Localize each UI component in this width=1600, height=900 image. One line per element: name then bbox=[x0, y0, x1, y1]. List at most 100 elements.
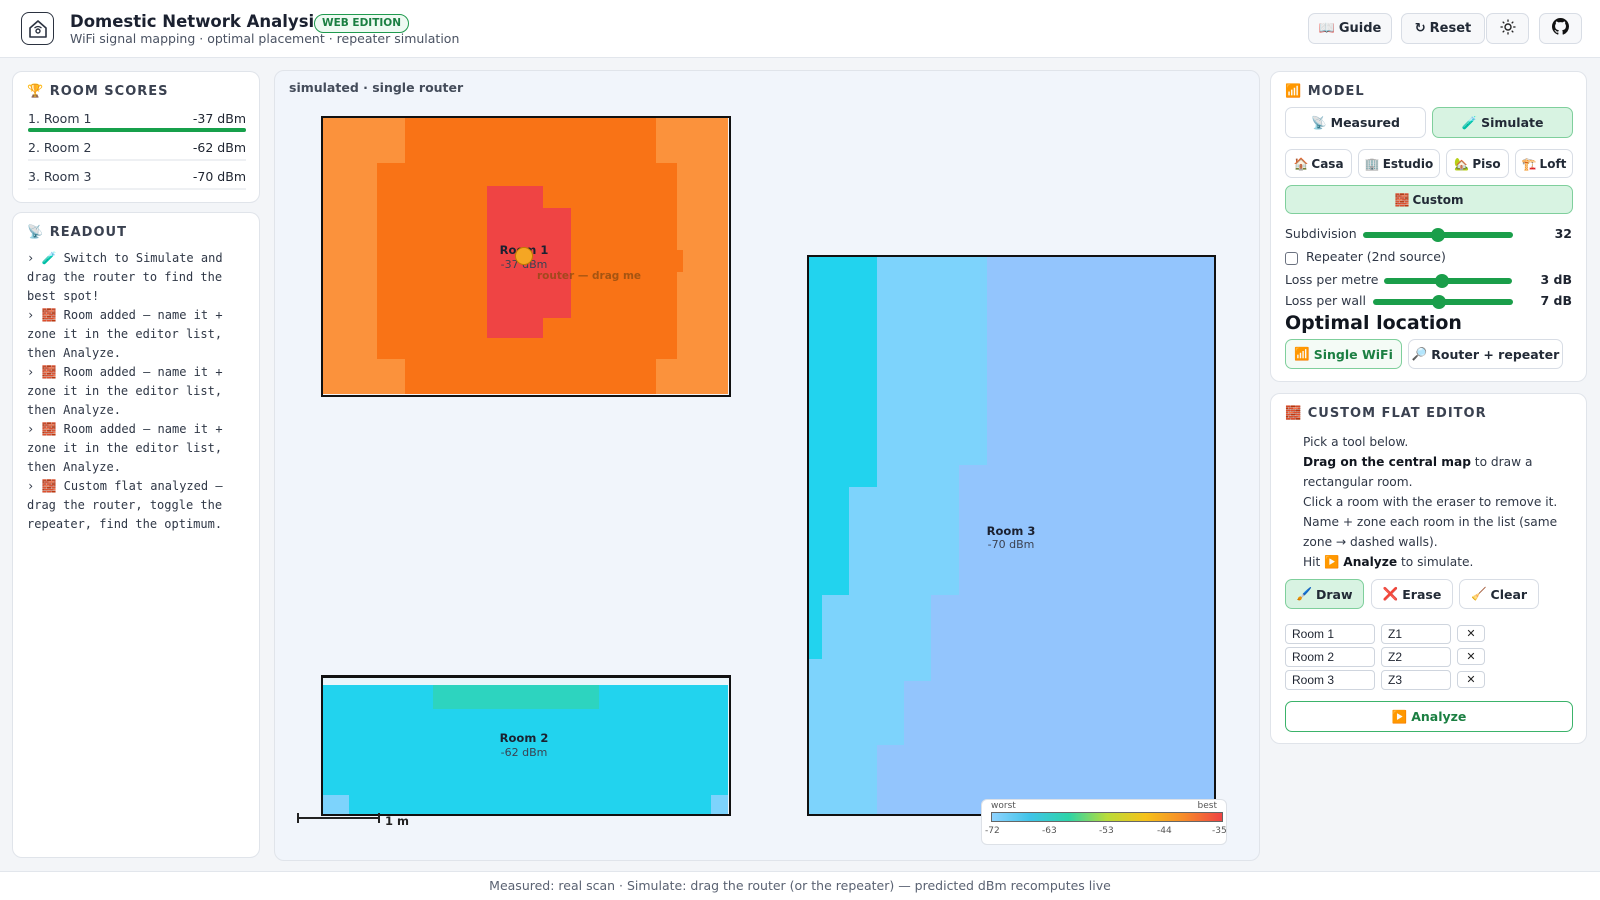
heat-cell bbox=[809, 681, 904, 745]
subdivision-label: Subdivision bbox=[1285, 226, 1357, 241]
log-line: › 🧱 Custom flat analyzed — drag the rout… bbox=[27, 479, 230, 531]
clear-tool-button[interactable]: 🧹 Clear bbox=[1459, 579, 1539, 609]
signal-legend: worst best -72 -63 -53 -44 -35 bbox=[981, 799, 1227, 845]
subdivision-slider[interactable] bbox=[1363, 228, 1513, 242]
room-name: Room 3 bbox=[986, 524, 1036, 538]
play-icon: ▶️ bbox=[1391, 708, 1408, 724]
room-name: Room 2 bbox=[499, 731, 549, 745]
room-zone-input[interactable] bbox=[1381, 670, 1451, 690]
signal-icon: 📶 bbox=[1285, 84, 1303, 99]
score-track bbox=[28, 188, 246, 190]
preset-casa-button[interactable]: 🏠 Casa bbox=[1285, 149, 1352, 178]
subdivision-value: 32 bbox=[1554, 226, 1572, 241]
score-bar bbox=[28, 128, 246, 132]
heat-cell bbox=[656, 250, 683, 272]
legend-worst: worst bbox=[991, 801, 1016, 811]
router-label: router — drag me bbox=[537, 270, 642, 282]
slider-thumb[interactable] bbox=[1434, 274, 1449, 288]
legend-tick: -35 bbox=[1212, 826, 1227, 836]
house-router-icon bbox=[21, 12, 54, 45]
editor-instructions: Pick a tool below. Drag on the central m… bbox=[1303, 435, 1558, 569]
score-row: 3. Room 3 -70 dBm bbox=[28, 166, 246, 190]
map-mode-label: simulated · single router bbox=[289, 80, 464, 95]
mode-measured-button[interactable]: 📡 Measured bbox=[1285, 107, 1426, 138]
loss-metre-label: Loss per metre bbox=[1285, 272, 1379, 287]
model-panel: 📶 MODEL 📡 Measured 🧪 Simulate 🏠 Casa 🏢 Estud… bbox=[1270, 71, 1587, 382]
loss-metre-slider[interactable] bbox=[1384, 274, 1512, 288]
editor-title: 🧱 CUSTOM FLAT EDITOR bbox=[1285, 406, 1487, 421]
log-line: › 🧱 Room added — name it + zone it in th… bbox=[27, 365, 230, 417]
room-zone-input[interactable] bbox=[1381, 647, 1451, 667]
room-name-input[interactable] bbox=[1285, 647, 1375, 667]
scale-tick bbox=[378, 813, 380, 823]
score-row: 1. Room 1 -37 dBm bbox=[28, 108, 246, 132]
test-tube-icon: 🧪 bbox=[1461, 114, 1478, 130]
preset-loft-button[interactable]: 🏗️ Loft bbox=[1515, 149, 1573, 178]
analyze-button[interactable]: ▶️ Analyze bbox=[1285, 701, 1573, 732]
single-wifi-button[interactable]: 📶 Single WiFi bbox=[1285, 339, 1402, 369]
app-title: Domestic Network Analysis bbox=[70, 12, 324, 31]
github-button[interactable] bbox=[1539, 13, 1582, 44]
slider-thumb[interactable] bbox=[1431, 228, 1445, 242]
room-name-input[interactable] bbox=[1285, 670, 1375, 690]
satellite-icon: 📡 bbox=[27, 225, 45, 240]
brick-icon: 🧱 bbox=[1394, 192, 1410, 207]
room-dbm: -70 dBm bbox=[987, 538, 1035, 551]
model-title: 📶 MODEL bbox=[1285, 84, 1365, 99]
room-name-input[interactable] bbox=[1285, 624, 1375, 644]
heat-cell bbox=[809, 487, 849, 595]
readout-log: › 🧪 Switch to Simulate and drag the rout… bbox=[27, 249, 249, 534]
signal-icon: 📶 bbox=[1294, 346, 1310, 361]
reset-button[interactable]: ↻ Reset bbox=[1401, 13, 1485, 44]
room-scores-panel: 🏆 ROOM SCORES 1. Room 1 -37 dBm 2. Room … bbox=[12, 71, 260, 203]
heat-cell bbox=[323, 795, 349, 814]
heat-cell bbox=[323, 678, 728, 685]
score-row: 2. Room 2 -62 dBm bbox=[28, 137, 246, 161]
scale-label: 1 m bbox=[385, 814, 409, 828]
room-zone-input[interactable] bbox=[1381, 624, 1451, 644]
footer-status: Measured: real scan · Simulate: drag the… bbox=[0, 871, 1600, 900]
delete-room-button[interactable]: ✕ bbox=[1457, 671, 1485, 688]
loss-metre-value: 3 dB bbox=[1540, 272, 1572, 287]
heat-cell bbox=[809, 745, 877, 814]
app-subtitle: WiFi signal mapping · optimal placement … bbox=[70, 31, 460, 46]
editor-panel: 🧱 CUSTOM FLAT EDITOR Pick a tool below. … bbox=[1270, 393, 1587, 744]
slider-thumb[interactable] bbox=[1431, 295, 1446, 309]
log-line: › 🧱 Room added — name it + zone it in th… bbox=[27, 422, 230, 474]
map-panel[interactable]: simulated · single router Room 1 -37 dBm… bbox=[274, 70, 1260, 861]
office-icon: 🏢 bbox=[1364, 156, 1380, 171]
preset-piso-button[interactable]: 🏡 Piso bbox=[1446, 149, 1509, 178]
score-track bbox=[28, 159, 246, 161]
log-line: › 🧱 Room added — name it + zone it in th… bbox=[27, 308, 230, 360]
erase-tool-button[interactable]: ❌ Erase bbox=[1371, 579, 1453, 609]
construction-icon: 🏗️ bbox=[1521, 156, 1537, 171]
brick-icon: 🧱 bbox=[1285, 406, 1303, 421]
preset-estudio-button[interactable]: 🏢 Estudio bbox=[1358, 149, 1440, 178]
legend-tick: -44 bbox=[1157, 826, 1172, 836]
delete-room-button[interactable]: ✕ bbox=[1457, 648, 1485, 665]
delete-room-button[interactable]: ✕ bbox=[1457, 625, 1485, 642]
heat-cell bbox=[711, 795, 728, 814]
book-icon: 📖 bbox=[1318, 21, 1335, 36]
loss-wall-value: 7 dB bbox=[1540, 293, 1572, 308]
draw-tool-button[interactable]: 🖌️ Draw bbox=[1285, 579, 1364, 609]
room-scores-title: 🏆 ROOM SCORES bbox=[27, 84, 169, 99]
house-icon: 🏠 bbox=[1293, 156, 1309, 171]
heat-cell bbox=[809, 595, 822, 659]
guide-button[interactable]: 📖 Guide bbox=[1308, 13, 1392, 44]
theme-toggle-button[interactable] bbox=[1486, 13, 1529, 44]
refresh-icon: ↻ bbox=[1414, 21, 1426, 36]
router-repeater-button[interactable]: 🔎 Router + repeater bbox=[1408, 339, 1563, 369]
router-handle[interactable] bbox=[515, 247, 533, 265]
github-icon bbox=[1552, 18, 1569, 39]
readout-title: 📡 READOUT bbox=[27, 225, 127, 240]
brush-icon: 🖌️ bbox=[1296, 586, 1313, 601]
loss-wall-slider[interactable] bbox=[1373, 295, 1513, 309]
sun-icon bbox=[1500, 19, 1516, 39]
mode-simulate-button[interactable]: 🧪 Simulate bbox=[1432, 107, 1573, 138]
cross-icon: ❌ bbox=[1382, 586, 1399, 601]
legend-tick: -72 bbox=[985, 826, 1000, 836]
repeater-checkbox[interactable] bbox=[1285, 252, 1298, 265]
scale-tick bbox=[297, 813, 299, 823]
preset-custom-button[interactable]: 🧱 Custom bbox=[1285, 185, 1573, 214]
